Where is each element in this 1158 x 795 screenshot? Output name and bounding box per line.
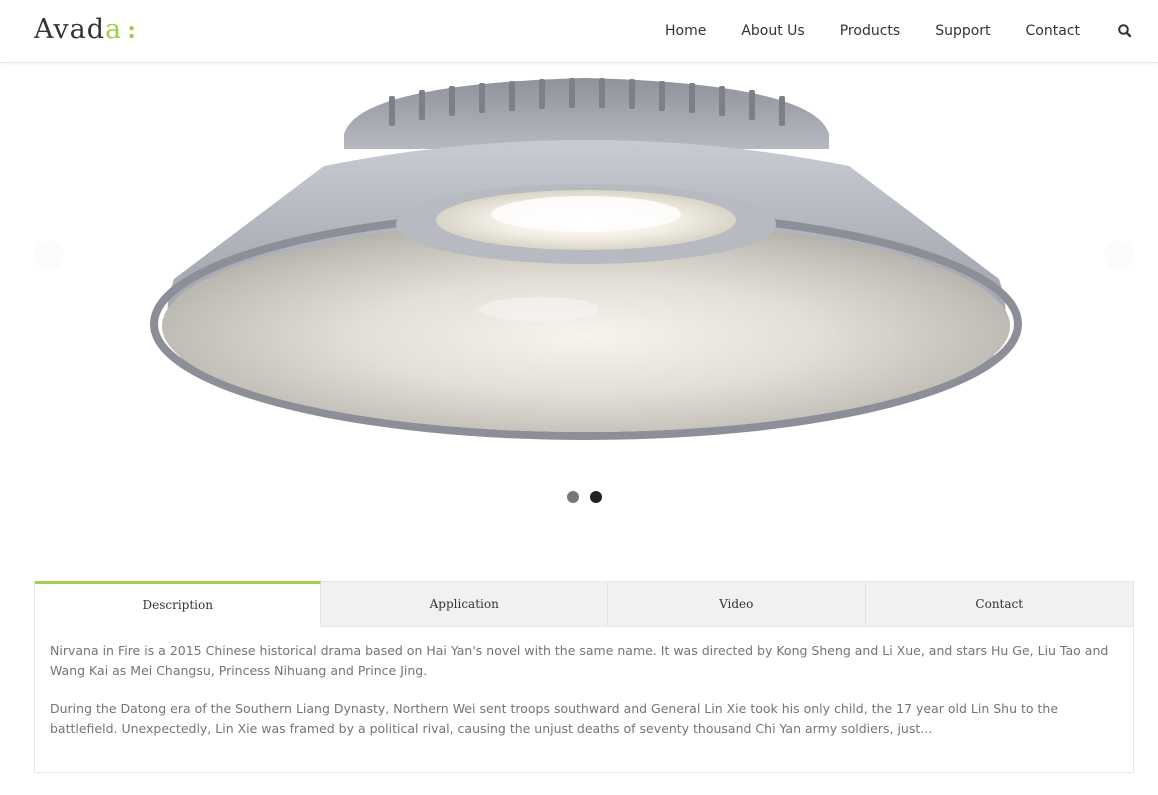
site-header: Avada: Home About Us Products Support Co… [0,0,1158,63]
product-image [149,74,1024,449]
slider-next-arrow[interactable] [1104,240,1134,270]
product-image-slider [34,64,1134,544]
product-tabs: Description Application Video Contact Ni… [34,581,1134,773]
nav-products[interactable]: Products [840,0,900,62]
nav-support[interactable]: Support [935,0,990,62]
nav-about-us[interactable]: About Us [741,0,804,62]
logo[interactable]: Avada: [34,13,137,47]
tab-contact[interactable]: Contact [865,582,1134,627]
nav-contact[interactable]: Contact [1026,0,1080,62]
tab-bar: Description Application Video Contact [35,581,1134,627]
search-icon[interactable] [1115,21,1135,41]
slider-pagination [34,491,1134,503]
tab-content-description: Nirvana in Fire is a 2015 Chinese histor… [35,627,1133,738]
description-paragraph-2: During the Datong era of the Southern Li… [50,701,1059,736]
slider-dot-2[interactable] [589,491,602,503]
tab-video[interactable]: Video [607,582,866,627]
logo-colon: : [127,15,138,44]
slider-prev-arrow[interactable] [34,240,64,270]
tab-application[interactable]: Application [321,582,608,627]
main-nav: Home About Us Products Support Contact [665,0,1158,62]
logo-text: Avad [34,14,106,45]
nav-home[interactable]: Home [665,0,706,62]
tab-description[interactable]: Description [35,581,322,627]
logo-accent: a [105,14,123,45]
slider-dot-1[interactable] [566,491,579,503]
description-paragraph-1: Nirvana in Fire is a 2015 Chinese histor… [50,643,1109,678]
